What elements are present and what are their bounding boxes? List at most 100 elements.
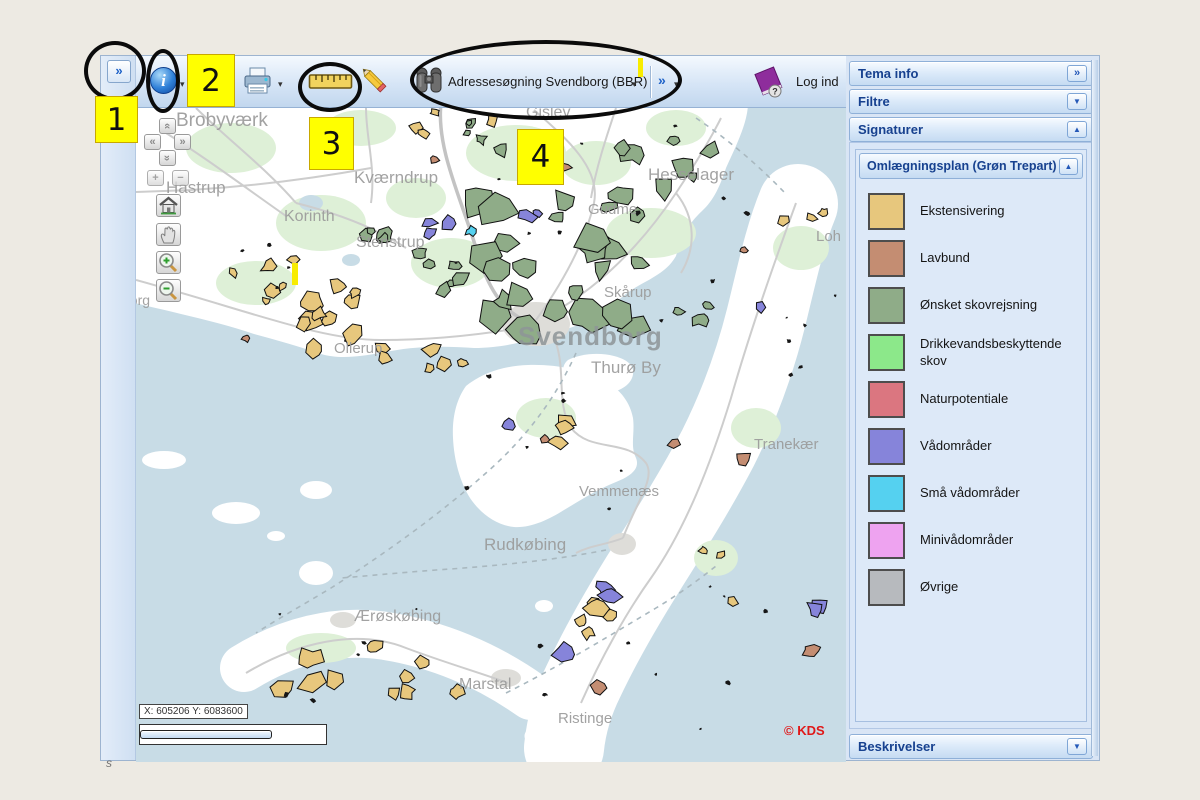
legend-item: Ønsket skovrejsning — [860, 282, 1082, 329]
section-filtre[interactable]: Filtre ▼ — [849, 89, 1093, 114]
address-search-binoculars-icon[interactable] — [414, 66, 444, 98]
print-icon[interactable] — [242, 67, 274, 97]
svg-text:?: ? — [772, 87, 778, 97]
signaturer-content: Omlægningsplan (Grøn Trepart) ▲ Ekstensi… — [849, 142, 1093, 729]
legend-swatch — [868, 569, 905, 606]
legend-swatch — [868, 475, 905, 512]
info-dropdown-caret-icon[interactable]: ▾ — [180, 79, 185, 90]
callout-number-4: 4 — [517, 129, 564, 185]
home-icon — [157, 195, 180, 216]
legend-swatch — [868, 240, 905, 277]
pan-hand-button[interactable] — [156, 223, 181, 246]
zoom-out-button[interactable] — [156, 279, 181, 302]
more-tools-caret-icon[interactable]: ▾ — [674, 79, 679, 90]
map-place-label: Stenstrup — [356, 234, 424, 252]
map-place-label: Skårup — [604, 284, 652, 301]
login-button[interactable]: Log ind — [796, 74, 839, 89]
map-place-label: Loh — [816, 228, 841, 245]
map-yellow-highlight-mark — [292, 263, 298, 285]
section-signaturer[interactable]: Signaturer ▲ — [849, 117, 1093, 142]
signaturer-collapse-icon[interactable]: ▲ — [1067, 121, 1087, 138]
map-place-label: Hesselager — [648, 165, 734, 185]
login-help-book-icon[interactable]: ? — [752, 64, 786, 100]
zoom-in-magnifier-icon — [157, 252, 180, 273]
pan-up-button[interactable]: « — [159, 118, 176, 134]
map-place-label: Rudkøbing — [484, 535, 566, 555]
legend-item-label: Drikkevandsbeskyttende skov — [920, 336, 1074, 369]
callout-number-2: 2 — [187, 54, 235, 107]
map-place-label: Gislev — [526, 108, 570, 122]
legend-item-label: Minivådområder — [920, 532, 1013, 548]
beskrivelser-label: Beskrivelser — [858, 739, 935, 754]
legend-item: Små vådområder — [860, 470, 1082, 517]
section-tema-info[interactable]: Tema info » — [849, 61, 1093, 86]
zoom-in-step-button[interactable]: + — [147, 170, 164, 186]
legend-item: Minivådområder — [860, 517, 1082, 564]
legend-swatch — [868, 381, 905, 418]
legend-item-label: Ekstensivering — [920, 203, 1005, 219]
expand-left-panel-button[interactable]: » — [107, 60, 131, 83]
legend-item-label: Små vådområder — [920, 485, 1020, 501]
map-place-label: Thurø By — [591, 358, 661, 378]
home-extent-button[interactable] — [156, 194, 181, 217]
zoom-out-step-button[interactable]: − — [172, 170, 189, 186]
legend-item: Naturpotentiale — [860, 376, 1082, 423]
map-place-label: Svendborg — [518, 321, 663, 352]
zoom-out-magnifier-icon — [157, 280, 180, 301]
legend-box: Omlægningsplan (Grøn Trepart) ▲ Ekstensi… — [855, 149, 1087, 722]
map-canvas — [136, 108, 846, 762]
scale-bar: 10km — [139, 724, 327, 745]
more-tools-button[interactable]: » — [658, 72, 666, 88]
pan-down-button[interactable]: « — [159, 150, 176, 166]
legend-swatch — [868, 193, 905, 230]
tema-info-label: Tema info — [858, 66, 918, 81]
map-viewport[interactable]: BrobyværkGislevHesselagerKværndrupHastru… — [136, 108, 846, 762]
filtre-collapse-icon[interactable]: ▼ — [1067, 93, 1087, 110]
info-tool-button[interactable]: i — [150, 67, 177, 94]
map-place-label: Kværndrup — [354, 168, 438, 188]
callout-number-1: 1 — [95, 96, 138, 143]
legend-swatch — [868, 522, 905, 559]
map-place-label: Gudme — [588, 201, 637, 218]
tema-info-expand-icon[interactable]: » — [1067, 65, 1087, 82]
legend-header[interactable]: Omlægningsplan (Grøn Trepart) ▲ — [859, 153, 1083, 179]
app-window: » i ▾ ▾ — [100, 55, 1100, 761]
address-search-label[interactable]: Adressesøgning Svendborg (BBR) — [448, 74, 647, 89]
legend-item-label: Vådområder — [920, 438, 992, 454]
legend-item: Vådområder — [860, 423, 1082, 470]
legend-item-list: Ekstensivering Lavbund Ønsket skovrejsning… — [856, 182, 1086, 617]
right-panel: Tema info » Filtre ▼ Signaturer ▲ Omlægn… — [849, 61, 1093, 759]
legend-swatch — [868, 428, 905, 465]
map-place-label: borg — [136, 292, 150, 308]
draw-pencil-icon[interactable] — [360, 66, 392, 98]
section-beskrivelser[interactable]: Beskrivelser ▼ — [849, 734, 1093, 759]
callout-number-3: 3 — [309, 117, 354, 170]
pan-left-button[interactable]: « — [144, 134, 161, 150]
signaturer-label: Signaturer — [858, 122, 923, 137]
map-place-label: Vemmenæs — [579, 483, 659, 500]
map-place-label: Ristinge — [558, 710, 612, 727]
pan-right-button[interactable]: » — [174, 134, 191, 150]
measure-ruler-icon[interactable] — [308, 72, 354, 92]
map-place-label: Tranekær — [754, 436, 818, 453]
legend-item: Drikkevandsbeskyttende skov — [860, 329, 1082, 376]
pan-hand-icon — [157, 224, 180, 245]
scale-bar-graphic — [140, 730, 272, 739]
legend-collapse-icon[interactable]: ▲ — [1059, 158, 1078, 175]
legend-item: Lavbund — [860, 235, 1082, 282]
map-place-label: Korinth — [284, 208, 335, 226]
toolbar-yellow-highlight-mark — [638, 58, 643, 77]
legend-item-label: Øvrige — [920, 579, 958, 595]
beskrivelser-collapse-icon[interactable]: ▼ — [1067, 738, 1087, 755]
map-copyright: © KDS — [784, 723, 825, 738]
filtre-label: Filtre — [858, 94, 890, 109]
legend-item-label: Ønsket skovrejsning — [920, 297, 1037, 313]
cursor-coordinates: X: 605206 Y: 6083600 — [139, 704, 248, 719]
window-edge-strip — [1091, 60, 1098, 756]
address-search-caret-icon[interactable]: ▾ — [632, 79, 637, 90]
map-place-label: Marstal — [459, 676, 511, 694]
zoom-in-button[interactable] — [156, 251, 181, 274]
print-dropdown-caret-icon[interactable]: ▾ — [278, 79, 283, 90]
page-artifact: s — [106, 756, 112, 770]
legend-item: Øvrige — [860, 564, 1082, 611]
